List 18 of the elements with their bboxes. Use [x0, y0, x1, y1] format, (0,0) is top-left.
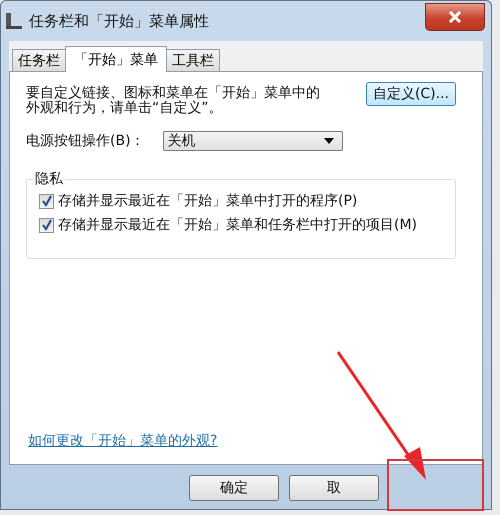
- checkbox-label: 存储并显示最近在「开始」菜单中打开的程序(P): [58, 192, 358, 210]
- power-label: 电源按钮操作(B)：: [26, 132, 145, 150]
- description-text: 要自定义链接、图标和菜单在「开始」菜单中的外观和行为，请单击“自定义”。: [26, 86, 321, 116]
- customize-button[interactable]: 自定义(C)...: [366, 82, 456, 106]
- tab[interactable]: 任务栏: [12, 49, 66, 71]
- close-icon: [448, 11, 462, 23]
- dialog-button[interactable]: 取: [289, 475, 379, 501]
- close-button[interactable]: [425, 3, 485, 31]
- checkbox-label: 存储并显示最近在「开始」菜单和任务栏中打开的项目(M): [58, 216, 418, 234]
- checkbox[interactable]: [39, 194, 54, 209]
- power-dropdown[interactable]: 关机: [162, 131, 343, 152]
- help-link[interactable]: 如何更改「开始」菜单的外观?: [28, 432, 218, 450]
- caret-icon: [324, 138, 334, 144]
- tab[interactable]: 「开始」菜单: [65, 46, 167, 72]
- tab[interactable]: 工具栏: [166, 49, 220, 71]
- checkbox[interactable]: [39, 218, 54, 233]
- window-title: 任务栏和「开始」菜单属性: [29, 12, 209, 30]
- dialog-button[interactable]: 确定: [189, 475, 279, 501]
